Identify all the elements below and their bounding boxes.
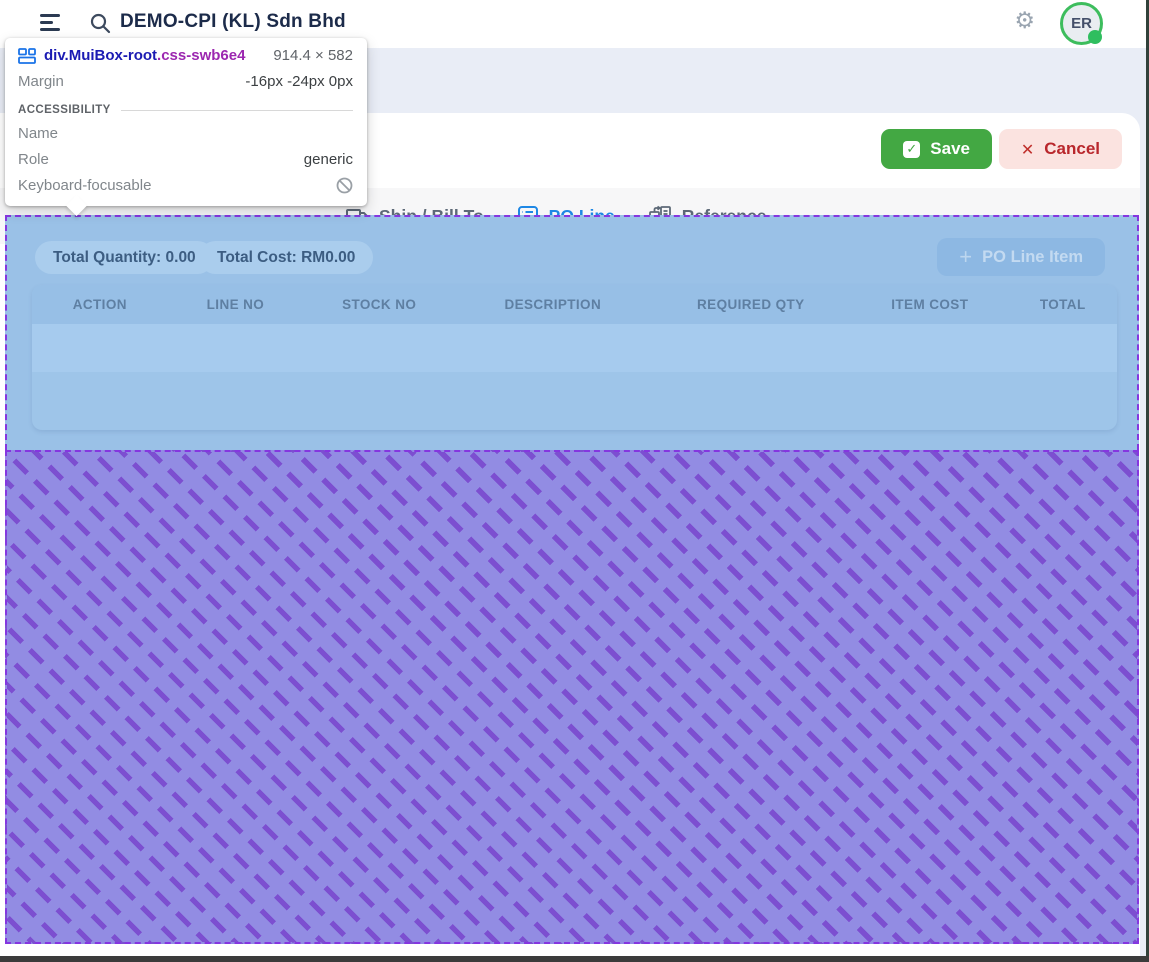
app-screen: DEMO-CPI (KL) Sdn Bhd ⚙ ER ✓ Save ✕ Canc…: [0, 0, 1149, 962]
online-status-dot: [1088, 30, 1102, 44]
settings-gear-icon[interactable]: ⚙: [1014, 10, 1035, 33]
po-line-table: ACTION LINE NO STOCK NO DESCRIPTION REQU…: [32, 285, 1117, 430]
cancel-button[interactable]: ✕ Cancel: [999, 129, 1122, 169]
col-stock-no: STOCK NO: [303, 297, 455, 312]
section-divider: [121, 110, 353, 111]
cancel-x-icon: ✕: [1021, 140, 1034, 159]
save-check-icon: ✓: [903, 141, 920, 158]
devtools-margin-highlight: [5, 450, 1139, 944]
plus-icon: +: [959, 246, 972, 268]
accessibility-section-title: ACCESSIBILITY: [18, 104, 111, 116]
col-required-qty: REQUIRED QTY: [650, 297, 851, 312]
devtools-tooltip: div.MuiBox-root.css-swb6e4 914.4 × 582 M…: [5, 38, 367, 206]
add-po-line-item-button[interactable]: + PO Line Item: [937, 238, 1105, 276]
a11y-name-label: Name: [18, 125, 58, 142]
user-avatar[interactable]: ER: [1060, 2, 1103, 45]
element-dimensions: 914.4 × 582: [273, 47, 353, 64]
a11y-focusable-label: Keyboard-focusable: [18, 177, 151, 194]
col-action: ACTION: [32, 297, 168, 312]
devtools-content-highlight: Total Quantity: 0.00 Total Cost: RM0.00 …: [5, 215, 1139, 450]
company-title: DEMO-CPI (KL) Sdn Bhd: [120, 11, 346, 33]
avatar-initials: ER: [1071, 15, 1092, 32]
layout-grid-icon: [18, 48, 36, 64]
a11y-role-value: generic: [304, 151, 353, 168]
margin-label: Margin: [18, 73, 64, 90]
total-quantity-chip: Total Quantity: 0.00: [35, 241, 214, 274]
inspected-element-selector: div.MuiBox-root.css-swb6e4: [44, 47, 245, 64]
window-bottom-edge: [0, 956, 1149, 962]
margin-value: -16px -24px 0px: [245, 73, 353, 90]
a11y-role-label: Role: [18, 151, 49, 168]
col-item-cost: ITEM COST: [851, 297, 1008, 312]
hamburger-menu-icon[interactable]: [40, 14, 60, 33]
po-line-table-header-row: ACTION LINE NO STOCK NO DESCRIPTION REQU…: [32, 285, 1117, 324]
empty-table-body: [32, 324, 1117, 372]
total-cost-chip: Total Cost: RM0.00: [199, 241, 373, 274]
not-focusable-icon: [336, 177, 353, 194]
col-line-no: LINE NO: [168, 297, 304, 312]
col-description: DESCRIPTION: [455, 297, 650, 312]
col-total: TOTAL: [1008, 297, 1117, 312]
search-icon[interactable]: [88, 11, 112, 35]
save-button[interactable]: ✓ Save: [881, 129, 992, 169]
